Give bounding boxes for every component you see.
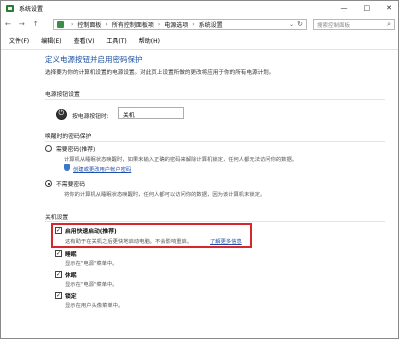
learn-more-link[interactable]: 了解更多信息 — [210, 237, 242, 245]
control-panel-icon — [6, 5, 14, 12]
shutdown-section-heading: 关机设置 — [45, 215, 69, 221]
refresh-icon[interactable]: ↻ — [297, 20, 303, 28]
fast-startup-label: 启用快速启动(推荐) — [65, 229, 117, 235]
breadcrumb-control-panel[interactable]: 控制面板 — [77, 20, 101, 29]
menu-file[interactable]: 文件(F) — [7, 36, 31, 48]
nav-buttons: ← → ↑ — [5, 20, 39, 28]
menu-view[interactable]: 查看(V) — [72, 36, 97, 48]
title-bar: 系统设置 — □ ✕ — [1, 1, 398, 16]
menu-help[interactable]: 帮助(H) — [137, 36, 162, 48]
wake-password-section-heading: 唤醒时的密码保护 — [45, 134, 92, 140]
power-button-label: 按电源按钮时: — [72, 114, 109, 120]
window-controls: — □ ✕ — [341, 4, 393, 12]
navigation-bar: ← → ↑ › 控制面板 › 所有控制面板项 › 电源选项 › 系统设置 ⌄ ↻… — [1, 17, 398, 33]
section-divider — [45, 99, 385, 100]
require-password-desc: 计算机从睡眠状态唤醒时，如果未输入正确的密码来解除计算机锁定，任何人都无法访问你… — [64, 157, 298, 163]
section-divider — [45, 141, 385, 142]
address-box[interactable]: › 控制面板 › 所有控制面板项 › 电源选项 › 系统设置 ⌄ ↻ — [53, 19, 307, 30]
uac-shield-icon — [64, 164, 70, 171]
search-input[interactable]: 搜索控制面板 ⌕ — [313, 19, 395, 30]
minimize-button[interactable]: — — [341, 4, 348, 12]
hibernate-checkbox[interactable]: ✓ — [55, 271, 62, 278]
breadcrumb-separator-icon: › — [157, 21, 161, 28]
breadcrumb-separator-icon: › — [192, 21, 195, 28]
hibernate-desc: 显示在"电源"菜单中。 — [65, 282, 118, 288]
no-password-radio[interactable] — [45, 180, 52, 187]
sleep-desc: 显示在"电源"菜单中。 — [65, 261, 118, 267]
no-password-label: 不需要密码 — [56, 182, 85, 188]
power-button-section-heading: 电源按钮设置 — [45, 92, 80, 98]
menu-divider — [1, 49, 398, 50]
lock-checkbox[interactable]: ✓ — [55, 292, 62, 299]
window-title: 系统设置 — [19, 6, 44, 13]
control-panel-window: 系统设置 — □ ✕ ← → ↑ › 控制面板 › 所有控制面板项 › 电源选项… — [0, 0, 399, 339]
fast-startup-desc: 这有助于在关机之后更快地启动电脑。不会影响重启。 — [65, 239, 193, 245]
change-password-link[interactable]: 创建或更改用户帐户密码 — [73, 165, 131, 173]
control-panel-small-icon — [57, 21, 64, 28]
maximize-button[interactable]: □ — [364, 4, 371, 12]
power-icon — [56, 109, 67, 120]
up-arrow-icon[interactable]: ↑ — [33, 20, 39, 28]
search-placeholder: 搜索控制面板 — [317, 22, 351, 29]
menu-tools[interactable]: 工具(T) — [104, 36, 128, 48]
hibernate-label: 休眠 — [65, 273, 77, 279]
back-arrow-icon[interactable]: ← — [5, 20, 11, 28]
forward-arrow-icon[interactable]: → — [19, 20, 25, 28]
sleep-checkbox[interactable]: ✓ — [55, 250, 62, 257]
menu-edit[interactable]: 编辑(E) — [39, 36, 63, 48]
chevron-down-icon[interactable]: ⌄ — [289, 21, 294, 28]
menu-bar: 文件(F) 编辑(E) 查看(V) 工具(T) 帮助(H) — [1, 36, 398, 48]
chevron-down-icon: ⌄ — [123, 109, 129, 116]
page-title: 定义电源按钮并启用密码保护 — [45, 55, 143, 64]
power-button-action-select[interactable]: 关机 ⌄ — [118, 107, 184, 119]
require-password-radio[interactable] — [45, 145, 52, 152]
breadcrumb-system-settings[interactable]: 系统设置 — [199, 20, 223, 29]
sleep-label: 睡眠 — [65, 252, 77, 258]
fast-startup-checkbox[interactable]: ✓ — [55, 227, 62, 234]
page-header: 定义电源按钮并启用密码保护 选择要为你的计算机设置的电源设置。对此页上设置所做的… — [45, 54, 385, 76]
no-password-desc: 将你的计算机从睡眠状态唤醒时，任何人都可以访问你的数据，因为该计算机未锁定。 — [64, 192, 266, 198]
lock-label: 锁定 — [65, 294, 77, 300]
search-icon[interactable]: ⌕ — [387, 20, 391, 29]
page-subtitle: 选择要为你的计算机设置的电源设置。对此页上设置所做的更改将应用于你的所有电源计划… — [45, 70, 275, 76]
breadcrumb-separator-icon: › — [105, 21, 108, 28]
breadcrumb-all-items[interactable]: 所有控制面板项 — [112, 20, 154, 29]
close-button[interactable]: ✕ — [386, 4, 392, 12]
section-divider — [45, 221, 385, 222]
lock-desc: 显示在用户头像菜单中。 — [65, 303, 124, 309]
breadcrumb-power-options[interactable]: 电源选项 — [164, 20, 188, 29]
breadcrumb-separator-icon: › — [71, 21, 74, 28]
require-password-label: 需要密码(推荐) — [56, 147, 96, 153]
